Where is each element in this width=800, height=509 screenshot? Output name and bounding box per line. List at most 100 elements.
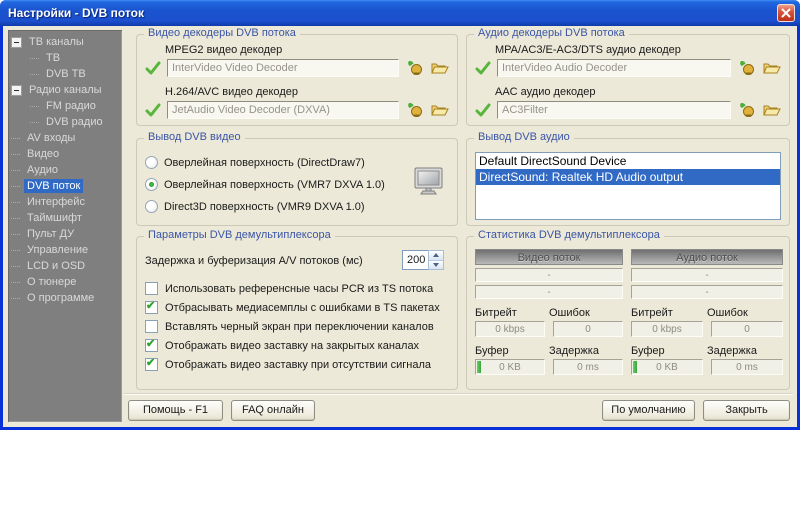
errors-label: Ошибок	[549, 307, 623, 319]
decoder-ok-icon	[475, 102, 491, 118]
sidebar-item-audio[interactable]: Аудио	[8, 162, 122, 178]
stream-info-field: -	[631, 285, 783, 299]
decoder-ok-icon	[145, 60, 161, 76]
audio-device-listbox[interactable]: Default DirectSound Device DirectSound: …	[475, 152, 781, 220]
sidebar-item-video[interactable]: Видео	[8, 146, 122, 162]
sidebar-item-about-program[interactable]: О программе	[8, 290, 122, 306]
checkbox-icon[interactable]	[145, 339, 158, 352]
h264-decoder-label: H.264/AVC видео декодер	[165, 86, 457, 98]
delay-value-field[interactable]: 200	[402, 250, 428, 270]
browse-filter-button[interactable]	[430, 60, 449, 76]
settings-tree: ТВ каналы ТВ DVB ТВ Радио каналы FM ради…	[8, 30, 122, 422]
checkbox-icon[interactable]	[145, 358, 158, 371]
help-button[interactable]: Помощь - F1	[128, 400, 223, 421]
window-title: Настройки - DVB поток	[0, 6, 144, 20]
sidebar-item-av-inputs[interactable]: AV входы	[8, 130, 122, 146]
buffer-label: Буфер	[475, 345, 549, 357]
tree-connector	[30, 74, 39, 75]
errors-value: 0	[711, 321, 783, 337]
folder-icon	[763, 103, 781, 117]
mpeg2-decoder-row: InterVideo Video Decoder	[145, 59, 449, 77]
stream-info-field: -	[475, 268, 623, 282]
tree-connector	[11, 170, 20, 171]
checkbox-drop-samples[interactable]: Отбрасывать медиасемплы с ошибками в TS …	[145, 298, 451, 317]
browse-filter-button[interactable]	[762, 102, 781, 118]
spinner-down-button[interactable]	[429, 261, 443, 270]
group-title: Статистика DVB демультиплексора	[474, 229, 664, 241]
checkbox-black-screen[interactable]: Вставлять черный экран при переключении …	[145, 317, 451, 336]
close-window-button[interactable]	[777, 4, 795, 22]
checkbox-icon[interactable]	[145, 282, 158, 295]
group-title: Вывод DVB аудио	[474, 131, 574, 143]
tree-connector	[11, 266, 20, 267]
mpa-decoder-field[interactable]: InterVideo Audio Decoder	[497, 59, 731, 77]
demux-params-group: Параметры DVB демультиплексора Задержка …	[136, 236, 458, 390]
select-filter-button[interactable]	[405, 102, 424, 118]
footer-separator	[124, 393, 793, 395]
collapse-icon[interactable]	[11, 85, 22, 96]
select-filter-button[interactable]	[405, 60, 424, 76]
chevron-up-icon	[433, 253, 439, 257]
faq-button[interactable]: FAQ онлайн	[231, 400, 315, 421]
sidebar-item-remote[interactable]: Пульт ДУ	[8, 226, 122, 242]
sidebar-item-about-tuner[interactable]: О тюнере	[8, 274, 122, 290]
group-title: Параметры DVB демультиплексора	[144, 229, 335, 241]
tree-connector	[11, 218, 20, 219]
sidebar-item-tv-channels[interactable]: ТВ каналы	[8, 34, 122, 50]
radio-vmr7[interactable]: Оверлейная поверхность (VMR7 DXVA 1.0)	[145, 178, 457, 191]
group-title: Аудио декодеры DVB потока	[474, 27, 629, 39]
mpeg2-decoder-field[interactable]: InterVideo Video Decoder	[167, 59, 399, 77]
tree-connector	[11, 186, 20, 187]
radio-icon[interactable]	[145, 200, 158, 213]
select-filter-button[interactable]	[737, 102, 756, 118]
checkbox-icon[interactable]	[145, 301, 158, 314]
filter-icon	[407, 60, 423, 76]
buffer-level-bar	[633, 361, 637, 373]
radio-icon[interactable]	[145, 178, 158, 191]
audio-stream-stats: Аудио поток - - Битрейт Ошибок 0 kbps 0 …	[631, 249, 783, 375]
checkbox-pcr-clock[interactable]: Использовать референсные часы PCR из TS …	[145, 279, 451, 298]
collapse-icon[interactable]	[11, 37, 22, 48]
sidebar-item-tv[interactable]: ТВ	[8, 50, 122, 66]
list-item-default-device[interactable]: Default DirectSound Device	[476, 153, 780, 169]
select-filter-button[interactable]	[737, 60, 756, 76]
mpeg2-decoder-label: MPEG2 видео декодер	[165, 44, 457, 56]
sidebar-item-dvb-stream[interactable]: DVB поток	[8, 178, 122, 194]
sidebar-item-lcd-osd[interactable]: LCD и OSD	[8, 258, 122, 274]
checkbox-icon[interactable]	[145, 320, 158, 333]
sidebar-item-control[interactable]: Управление	[8, 242, 122, 258]
spinner-up-button[interactable]	[429, 251, 443, 261]
sidebar-item-interface[interactable]: Интерфейс	[8, 194, 122, 210]
close-button[interactable]: Закрыть	[703, 400, 790, 421]
sidebar-item-radio-channels[interactable]: Радио каналы	[8, 82, 122, 98]
decoder-ok-icon	[145, 102, 161, 118]
audio-output-group: Вывод DVB аудио Default DirectSound Devi…	[466, 138, 790, 226]
settings-dialog: Настройки - DVB поток ТВ каналы ТВ	[0, 0, 800, 430]
radio-vmr9[interactable]: Direct3D поверхность (VMR9 DXVA 1.0)	[145, 200, 457, 213]
browse-filter-button[interactable]	[762, 60, 781, 76]
tree-connector	[11, 250, 20, 251]
radio-directdraw7[interactable]: Оверлейная поверхность (DirectDraw7)	[145, 156, 457, 169]
filter-icon	[739, 102, 755, 118]
checkbox-splash-nosignal[interactable]: Отображать видео заставку при отсутствии…	[145, 355, 451, 374]
aac-decoder-field[interactable]: AC3Filter	[497, 101, 731, 119]
sidebar-item-dvb-radio[interactable]: DVB радио	[8, 114, 122, 130]
bitrate-label: Битрейт	[631, 307, 707, 319]
list-item-realtek-device[interactable]: DirectSound: Realtek HD Audio output	[476, 169, 780, 185]
checkbox-splash-closed[interactable]: Отображать видео заставку на закрытых ка…	[145, 336, 451, 355]
mpa-decoder-row: InterVideo Audio Decoder	[475, 59, 781, 77]
defaults-button[interactable]: По умолчанию	[602, 400, 695, 421]
video-decoders-group: Видео декодеры DVB потока MPEG2 видео де…	[136, 34, 458, 126]
delay-value: 0 ms	[711, 359, 783, 375]
h264-decoder-field[interactable]: JetAudio Video Decoder (DXVA)	[167, 101, 399, 119]
radio-icon[interactable]	[145, 156, 158, 169]
browse-filter-button[interactable]	[430, 102, 449, 118]
bitrate-label: Битрейт	[475, 307, 549, 319]
group-title: Видео декодеры DVB потока	[144, 27, 300, 39]
folder-icon	[431, 103, 449, 117]
aac-decoder-row: AC3Filter	[475, 101, 781, 119]
delay-label: Задержка	[707, 345, 783, 357]
sidebar-item-timeshift[interactable]: Таймшифт	[8, 210, 122, 226]
sidebar-item-dvb-tv[interactable]: DVB ТВ	[8, 66, 122, 82]
sidebar-item-fm-radio[interactable]: FM радио	[8, 98, 122, 114]
